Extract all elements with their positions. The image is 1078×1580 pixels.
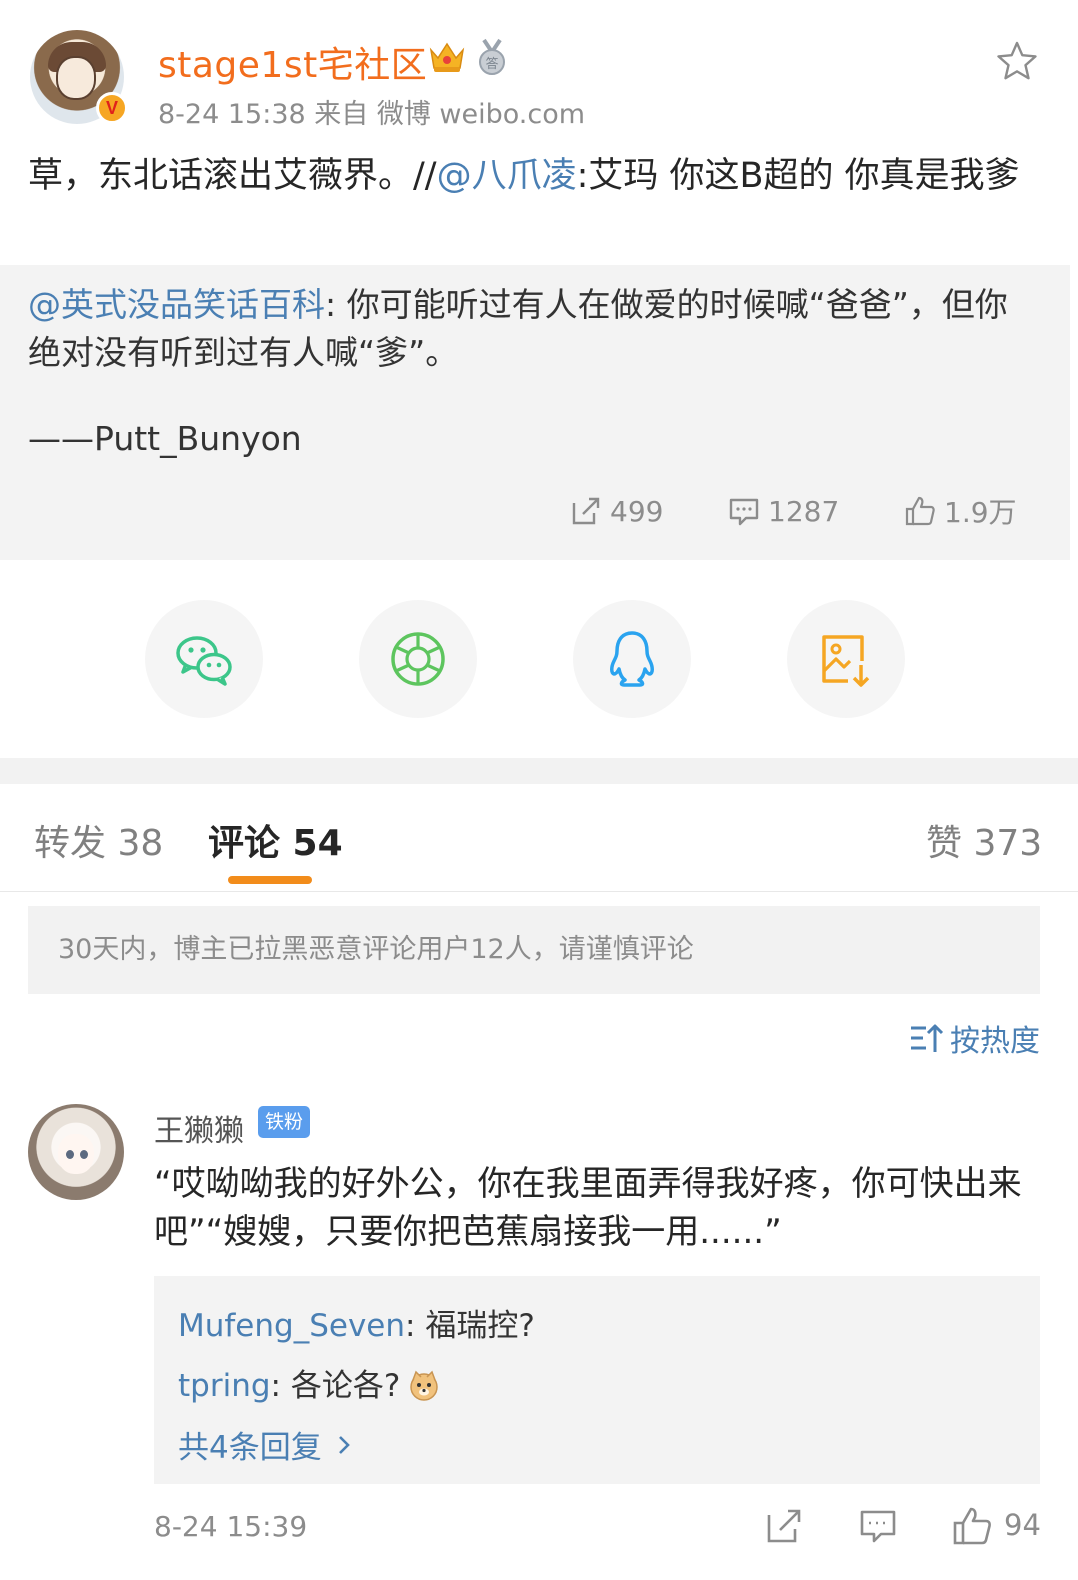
- sort-label: 按热度: [950, 1024, 1040, 1059]
- reply-username[interactable]: Mufeng_Seven: [178, 1308, 405, 1344]
- tab-bar: 转发 38 评论 54 赞 373: [0, 784, 1078, 892]
- mention-link[interactable]: @八爪凌: [437, 156, 577, 196]
- like-count-label: 1.9万: [944, 496, 1017, 529]
- reply-item: Mufeng_Seven: 福瑞控?: [178, 1300, 535, 1345]
- reply-text: : 各论各?: [270, 1368, 401, 1404]
- moments-icon: [391, 632, 445, 686]
- wechat-icon: [176, 636, 232, 686]
- more-replies-label: 共4条回复: [178, 1430, 322, 1466]
- fan-badge: 铁粉: [258, 1106, 310, 1138]
- commenter-username[interactable]: 王獭獭: [154, 1106, 244, 1150]
- retweet-block[interactable]: @英式没品笑话百科: 你可能听过有人在做爱的时候喊“爸爸”，但你绝对没有听到过有…: [0, 265, 1070, 560]
- more-replies-link[interactable]: 共4条回复: [178, 1422, 354, 1467]
- like-count[interactable]: 1.9万: [904, 491, 1017, 531]
- reply-username[interactable]: tpring: [178, 1368, 271, 1404]
- retweet-author-link[interactable]: @英式没品笑话百科: [28, 285, 325, 324]
- crown-icon: [429, 42, 465, 72]
- medal-icon: 答: [479, 38, 505, 75]
- save-image-button[interactable]: [787, 600, 905, 718]
- post-body-text: 草，东北话滚出艾薇界。//: [28, 156, 437, 196]
- comment-time: 8-24 15:39: [154, 1510, 308, 1543]
- commenter-avatar[interactable]: [28, 1104, 124, 1200]
- sort-by-hot-button[interactable]: 按热度: [908, 1016, 1040, 1060]
- comment-icon: [729, 498, 759, 526]
- section-divider: [0, 758, 1078, 784]
- post-meta: 8-24 15:38 来自 微博 weibo.com: [158, 99, 586, 130]
- post-body-text-2: :艾玛 你这B超的 你真是我爹: [576, 156, 1020, 196]
- reply-item: tpring: 各论各?: [178, 1360, 440, 1405]
- comment-count[interactable]: 1287: [728, 491, 839, 531]
- share-wechat-button[interactable]: [145, 600, 263, 718]
- tab-like[interactable]: 赞 373: [926, 814, 1042, 866]
- repost-count-label: 499: [610, 494, 664, 528]
- tab-active-indicator: [228, 876, 312, 884]
- post-header: V stage1st宅社区 答 8-24 15:38 来自 微博 weibo.c…: [0, 0, 1078, 140]
- reply-box[interactable]: Mufeng_Seven: 福瑞控? tpring: 各论各? 共4条回复: [154, 1276, 1040, 1484]
- comment-like-count: 94: [1004, 1508, 1041, 1542]
- thumbs-up-icon: [905, 496, 935, 526]
- blocked-users-notice: 30天内，博主已拉黑恶意评论用户12人，请谨慎评论: [28, 906, 1040, 994]
- favorite-star-icon[interactable]: [996, 40, 1038, 82]
- comment-count-label: 1287: [768, 494, 840, 528]
- share-row: [0, 560, 1070, 758]
- repost-icon: [572, 497, 600, 525]
- tab-repost[interactable]: 转发 38: [34, 814, 163, 866]
- comment-repost-icon[interactable]: [764, 1506, 804, 1546]
- reply-text: : 福瑞控?: [405, 1308, 535, 1344]
- post-body: 草，东北话滚出艾薇界。//@八爪凌:艾玛 你这B超的 你真是我爹: [28, 152, 1038, 200]
- comment-reply-icon[interactable]: [858, 1506, 898, 1546]
- svg-text:答: 答: [485, 56, 498, 72]
- share-moments-button[interactable]: [359, 600, 477, 718]
- retweet-text: @英式没品笑话百科: 你可能听过有人在做爱的时候喊“爸爸”，但你绝对没有听到过有…: [28, 281, 1028, 377]
- comment-text: “哎呦呦我的好外公，你在我里面弄得我好疼，你可快出来吧”“嫂嫂，只要你把芭蕉扇接…: [154, 1164, 1022, 1252]
- doge-emoji-icon: [410, 1370, 439, 1401]
- share-qq-button[interactable]: [573, 600, 691, 718]
- save-image-icon: [822, 635, 870, 687]
- retweet-signature: ——Putt_Bunyon: [28, 419, 302, 458]
- repost-count[interactable]: 499: [570, 491, 663, 531]
- qq-icon: [610, 631, 654, 687]
- chevron-right-icon: [338, 1435, 350, 1454]
- verified-badge: V: [96, 92, 128, 124]
- comment-like-icon[interactable]: [952, 1506, 992, 1546]
- tab-comment[interactable]: 评论 54: [208, 814, 343, 866]
- sort-icon: [911, 1024, 944, 1052]
- author-username[interactable]: stage1st宅社区: [158, 36, 427, 88]
